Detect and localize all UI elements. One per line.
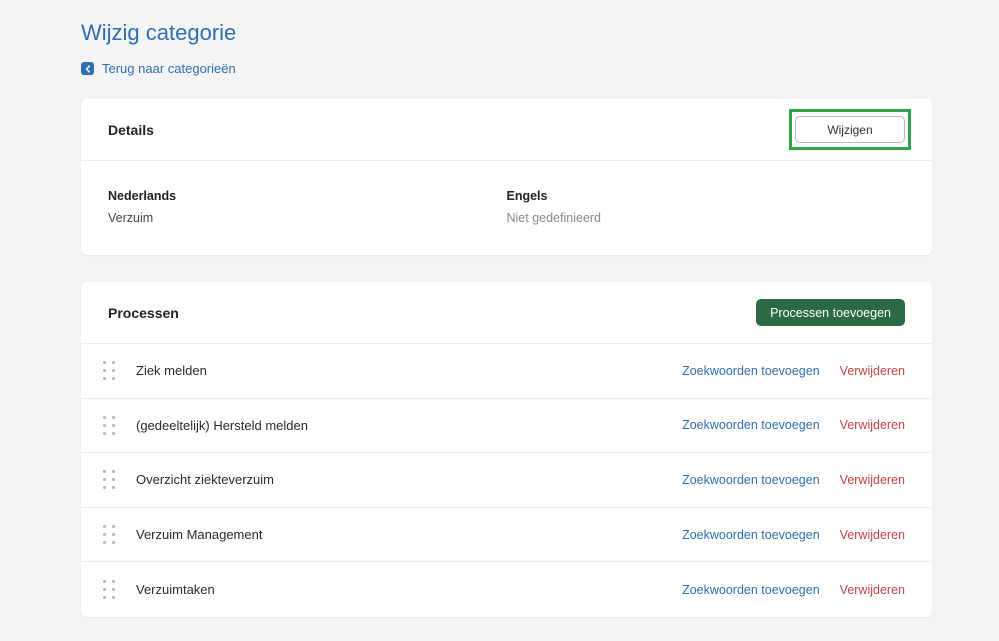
details-label-dutch: Nederlands <box>108 189 177 203</box>
back-link-label: Terug naar categorieën <box>102 61 236 76</box>
details-field-dutch: Nederlands Verzuim <box>108 189 507 225</box>
add-keywords-link[interactable]: Zoekwoorden toevoegen <box>682 364 820 378</box>
details-value-english: Niet gedefinieerd <box>506 211 602 225</box>
edit-button-highlight: Wijzigen <box>789 109 911 150</box>
delete-link[interactable]: Verwijderen <box>840 583 905 597</box>
delete-link[interactable]: Verwijderen <box>840 473 905 487</box>
add-processes-button[interactable]: Processen toevoegen <box>756 299 905 326</box>
page-title: Wijzig categorie <box>81 20 237 45</box>
process-name: Verzuimtaken <box>136 582 215 598</box>
delete-link[interactable]: Verwijderen <box>840 364 905 378</box>
process-name: Verzuim Management <box>136 527 263 543</box>
process-row: Verzuim Management Zoekwoorden toevoegen… <box>81 508 932 563</box>
add-keywords-link[interactable]: Zoekwoorden toevoegen <box>682 528 820 542</box>
drag-handle-icon[interactable] <box>103 524 115 546</box>
drag-handle-icon[interactable] <box>103 360 115 382</box>
process-name: (gedeeltelijk) Hersteld melden <box>136 417 308 433</box>
process-row: Overzicht ziekteverzuim Zoekwoorden toev… <box>81 453 932 508</box>
processes-header: Processen Processen toevoegen <box>81 282 932 344</box>
process-row: Verzuimtaken Zoekwoorden toevoegen Verwi… <box>81 562 932 617</box>
drag-handle-icon[interactable] <box>103 414 115 436</box>
drag-handle-icon[interactable] <box>103 469 115 491</box>
back-link[interactable]: Terug naar categorieën <box>81 61 236 76</box>
details-label-english: Engels <box>506 189 548 203</box>
add-keywords-link[interactable]: Zoekwoorden toevoegen <box>682 418 820 432</box>
process-name: Overzicht ziekteverzuim <box>136 472 274 488</box>
details-value-dutch: Verzuim <box>108 211 154 225</box>
details-header: Details Wijzigen <box>81 99 932 161</box>
details-title: Details <box>108 121 154 138</box>
process-row: Ziek melden Zoekwoorden toevoegen Verwij… <box>81 344 932 399</box>
add-keywords-link[interactable]: Zoekwoorden toevoegen <box>682 583 820 597</box>
details-body: Nederlands Verzuim Engels Niet gedefinie… <box>81 161 932 225</box>
details-field-english: Engels Niet gedefinieerd <box>507 189 906 225</box>
edit-button[interactable]: Wijzigen <box>795 116 905 143</box>
drag-handle-icon[interactable] <box>103 579 115 601</box>
process-row: (gedeeltelijk) Hersteld melden Zoekwoord… <box>81 399 932 454</box>
process-name: Ziek melden <box>136 363 207 379</box>
chevron-left-icon <box>81 62 94 75</box>
processes-card: Processen Processen toevoegen Ziek melde… <box>81 282 932 617</box>
details-card: Details Wijzigen Nederlands Verzuim Enge… <box>81 99 932 255</box>
add-keywords-link[interactable]: Zoekwoorden toevoegen <box>682 473 820 487</box>
delete-link[interactable]: Verwijderen <box>840 528 905 542</box>
processes-title: Processen <box>108 304 179 321</box>
delete-link[interactable]: Verwijderen <box>840 418 905 432</box>
